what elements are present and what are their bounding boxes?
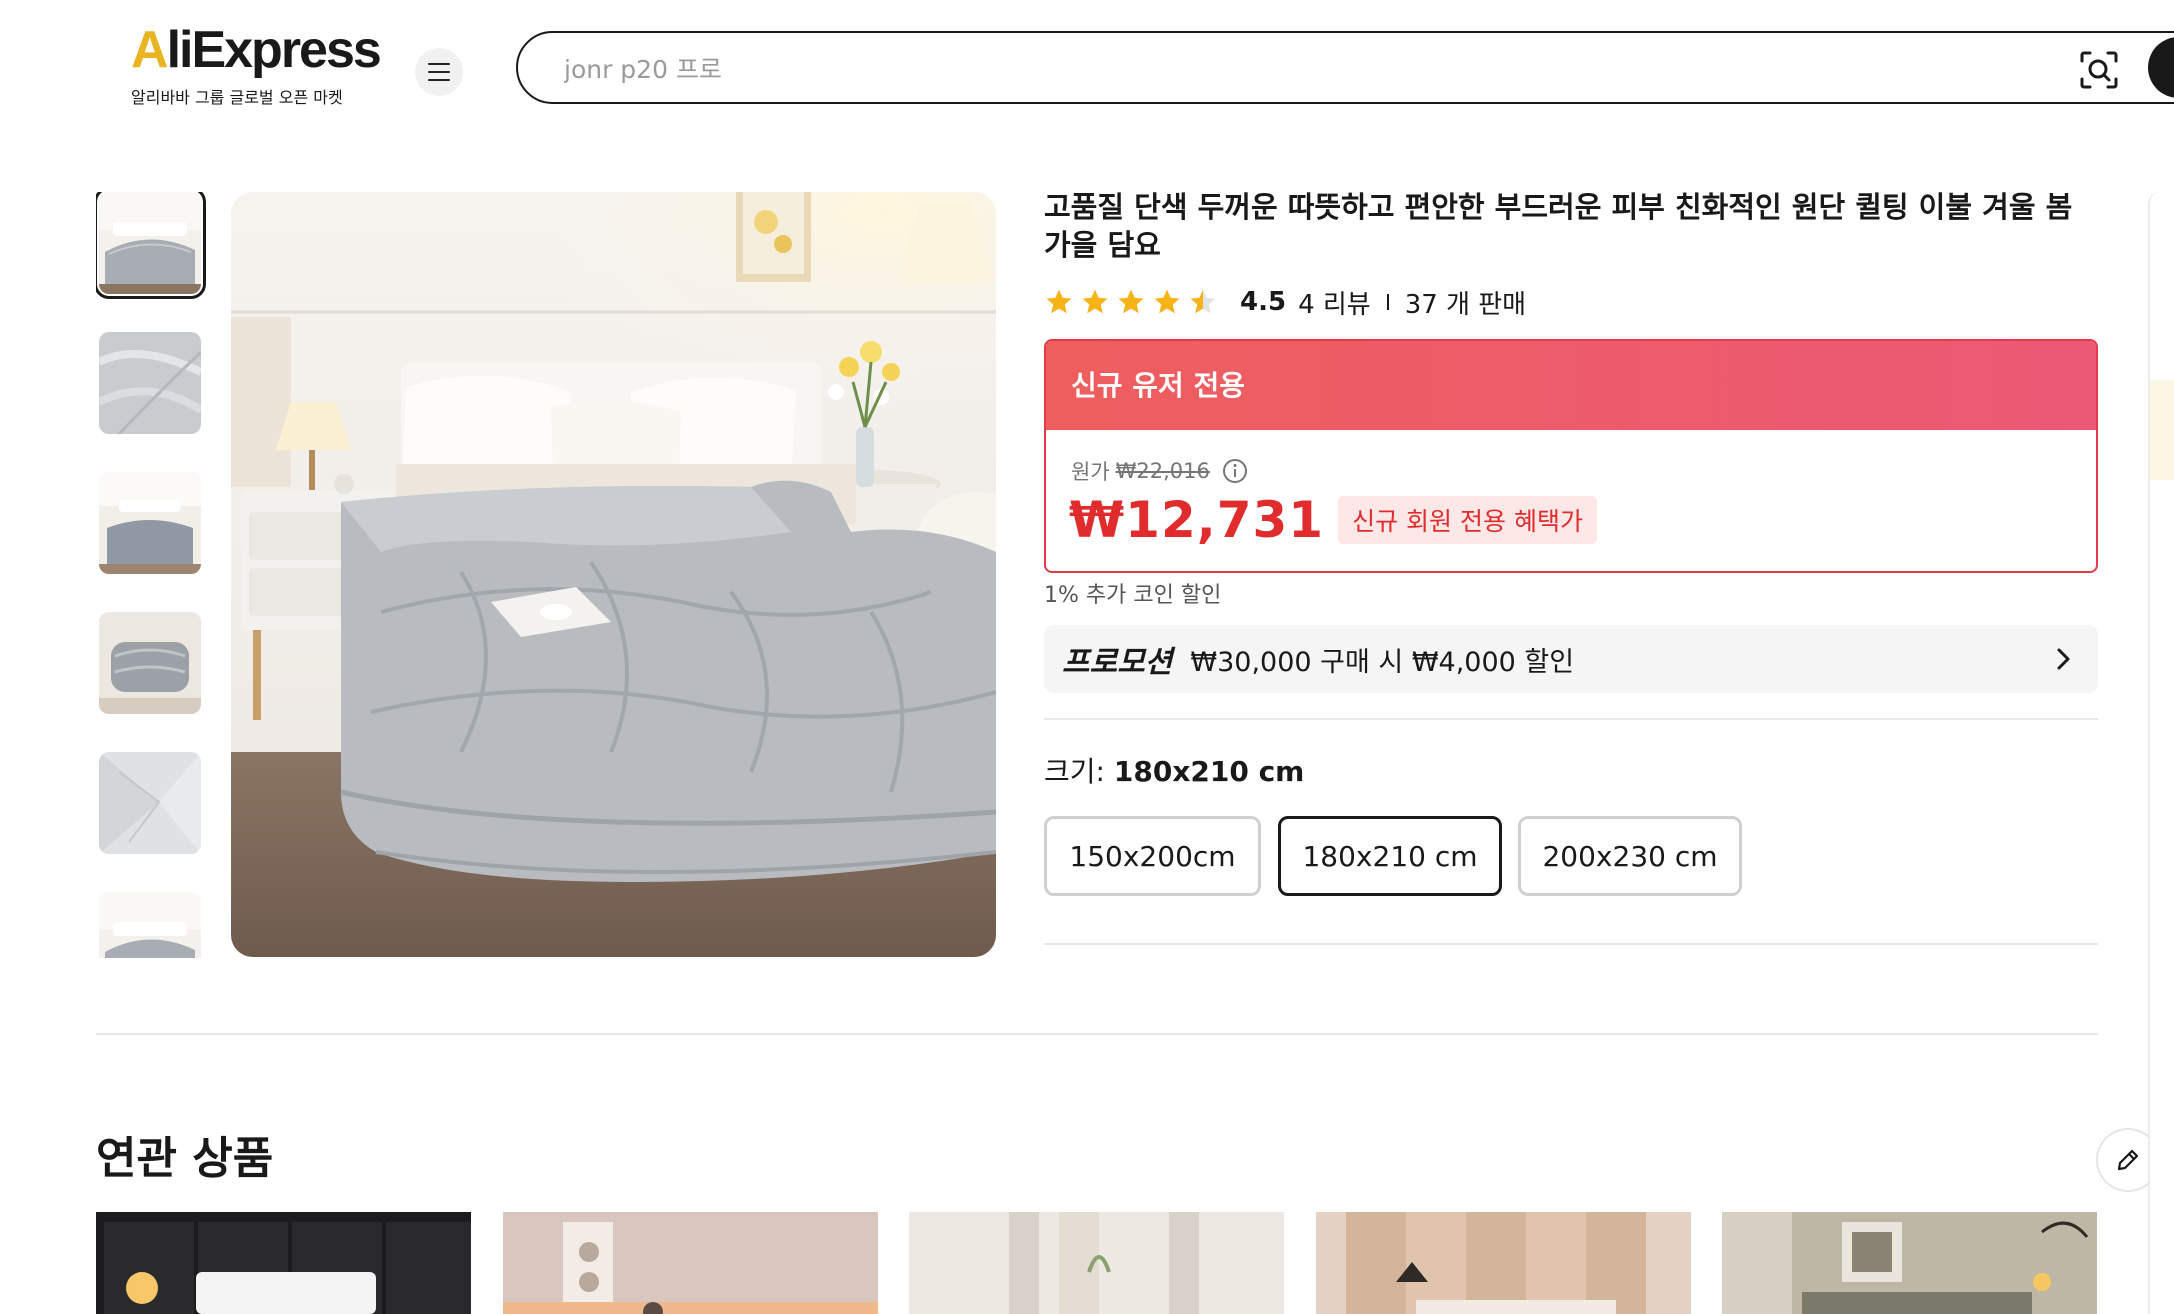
side-panel-accent [2150,380,2174,480]
rating-score: 4.5 [1240,287,1287,317]
thumbnail-2[interactable] [99,332,201,434]
price-card: 신규 유저 전용 원가 ₩22,016 ₩12,731 신규 회원 전용 혜택가 [1044,339,2098,573]
divider [1044,943,2098,945]
related-products-title: 연관 상품 [96,1133,274,1184]
main-product-image[interactable] [231,192,996,957]
divider [1044,718,2098,720]
pencil-icon [2117,1149,2139,1171]
thumbnail-6[interactable] [99,892,201,958]
search-button[interactable] [2148,37,2174,98]
logo-subtitle: 알리바바 그룹 글로벌 오픈 마켓 [131,88,343,107]
new-user-banner: 신규 유저 전용 [1046,341,2096,430]
related-product-card[interactable] [1722,1212,2097,1314]
half-star-icon [1190,289,1216,314]
search-input[interactable] [564,51,1964,87]
related-product-card[interactable] [96,1212,471,1314]
aliexpress-logo[interactable]: AliExpress 알리바바 그룹 글로벌 오픈 마켓 [131,21,382,108]
size-label-text: 크기: [1044,755,1105,788]
size-selected-value: 180x210 cm [1113,755,1305,788]
size-option-200x230[interactable]: 200x230 cm [1518,816,1742,896]
price-row: ₩12,731 신규 회원 전용 혜택가 [1069,491,1597,549]
price-tag-badge: 신규 회원 전용 혜택가 [1338,496,1597,544]
promotion-label: 프로모션 [1062,645,1173,680]
divider [1386,294,1389,310]
size-option-180x210[interactable]: 180x210 cm [1278,816,1502,896]
sold-count: 37 개 판매 [1404,289,1527,320]
size-option-150x200[interactable]: 150x200cm [1044,816,1261,896]
logo-wordmark: AliExpress [131,21,382,79]
promotion-bar[interactable]: 프로모션 ₩30,000 구매 시 ₩4,000 할인 [1044,625,2098,693]
logo-wordmark-rest: liExpress [166,21,382,79]
product-title: 고품질 단색 두꺼운 따뜻하고 편안한 부드러운 피부 친화적인 원단 퀼팅 이… [1044,190,2073,262]
rating-row: 4.5 4 리뷰 37 개 판매 [1044,282,1526,322]
camera-search-icon[interactable] [2078,49,2120,91]
related-product-card[interactable] [909,1212,1284,1314]
section-divider [96,1033,2098,1035]
related-product-card[interactable] [1316,1212,1691,1314]
thumbnail-5[interactable] [99,752,201,854]
side-panel-edge [2148,192,2174,1314]
original-price-row: 원가 ₩22,016 [1071,456,1248,486]
comforter-photo [231,192,996,957]
star-icon [1082,289,1108,314]
menu-button[interactable] [415,48,463,96]
size-label: 크기: 180x210 cm [1044,750,1304,790]
current-price: ₩12,731 [1069,491,1325,549]
related-product-card[interactable] [503,1212,878,1314]
coin-discount-text: 1% 추가 코인 할인 [1044,583,1222,608]
search-bar [516,31,2174,104]
star-icon [1118,289,1144,314]
star-rating [1044,287,1218,317]
chevron-right-icon [2057,648,2070,670]
review-count[interactable]: 4 리뷰 [1298,284,1371,321]
hamburger-icon [428,63,450,81]
site-header: AliExpress 알리바바 그룹 글로벌 오픈 마켓 [0,0,2174,130]
thumbnail-3[interactable] [99,472,201,574]
info-icon[interactable] [1222,458,1248,484]
thumbnail-list [96,192,206,958]
promotion-text: ₩30,000 구매 시 ₩4,000 할인 [1190,646,1575,678]
star-icon [1046,289,1072,314]
star-icon [1154,289,1180,314]
thumbnail-1[interactable] [96,192,206,299]
original-price: ₩22,016 [1115,459,1210,483]
thumbnail-4[interactable] [99,612,201,714]
original-price-label: 원가 [1071,460,1110,484]
